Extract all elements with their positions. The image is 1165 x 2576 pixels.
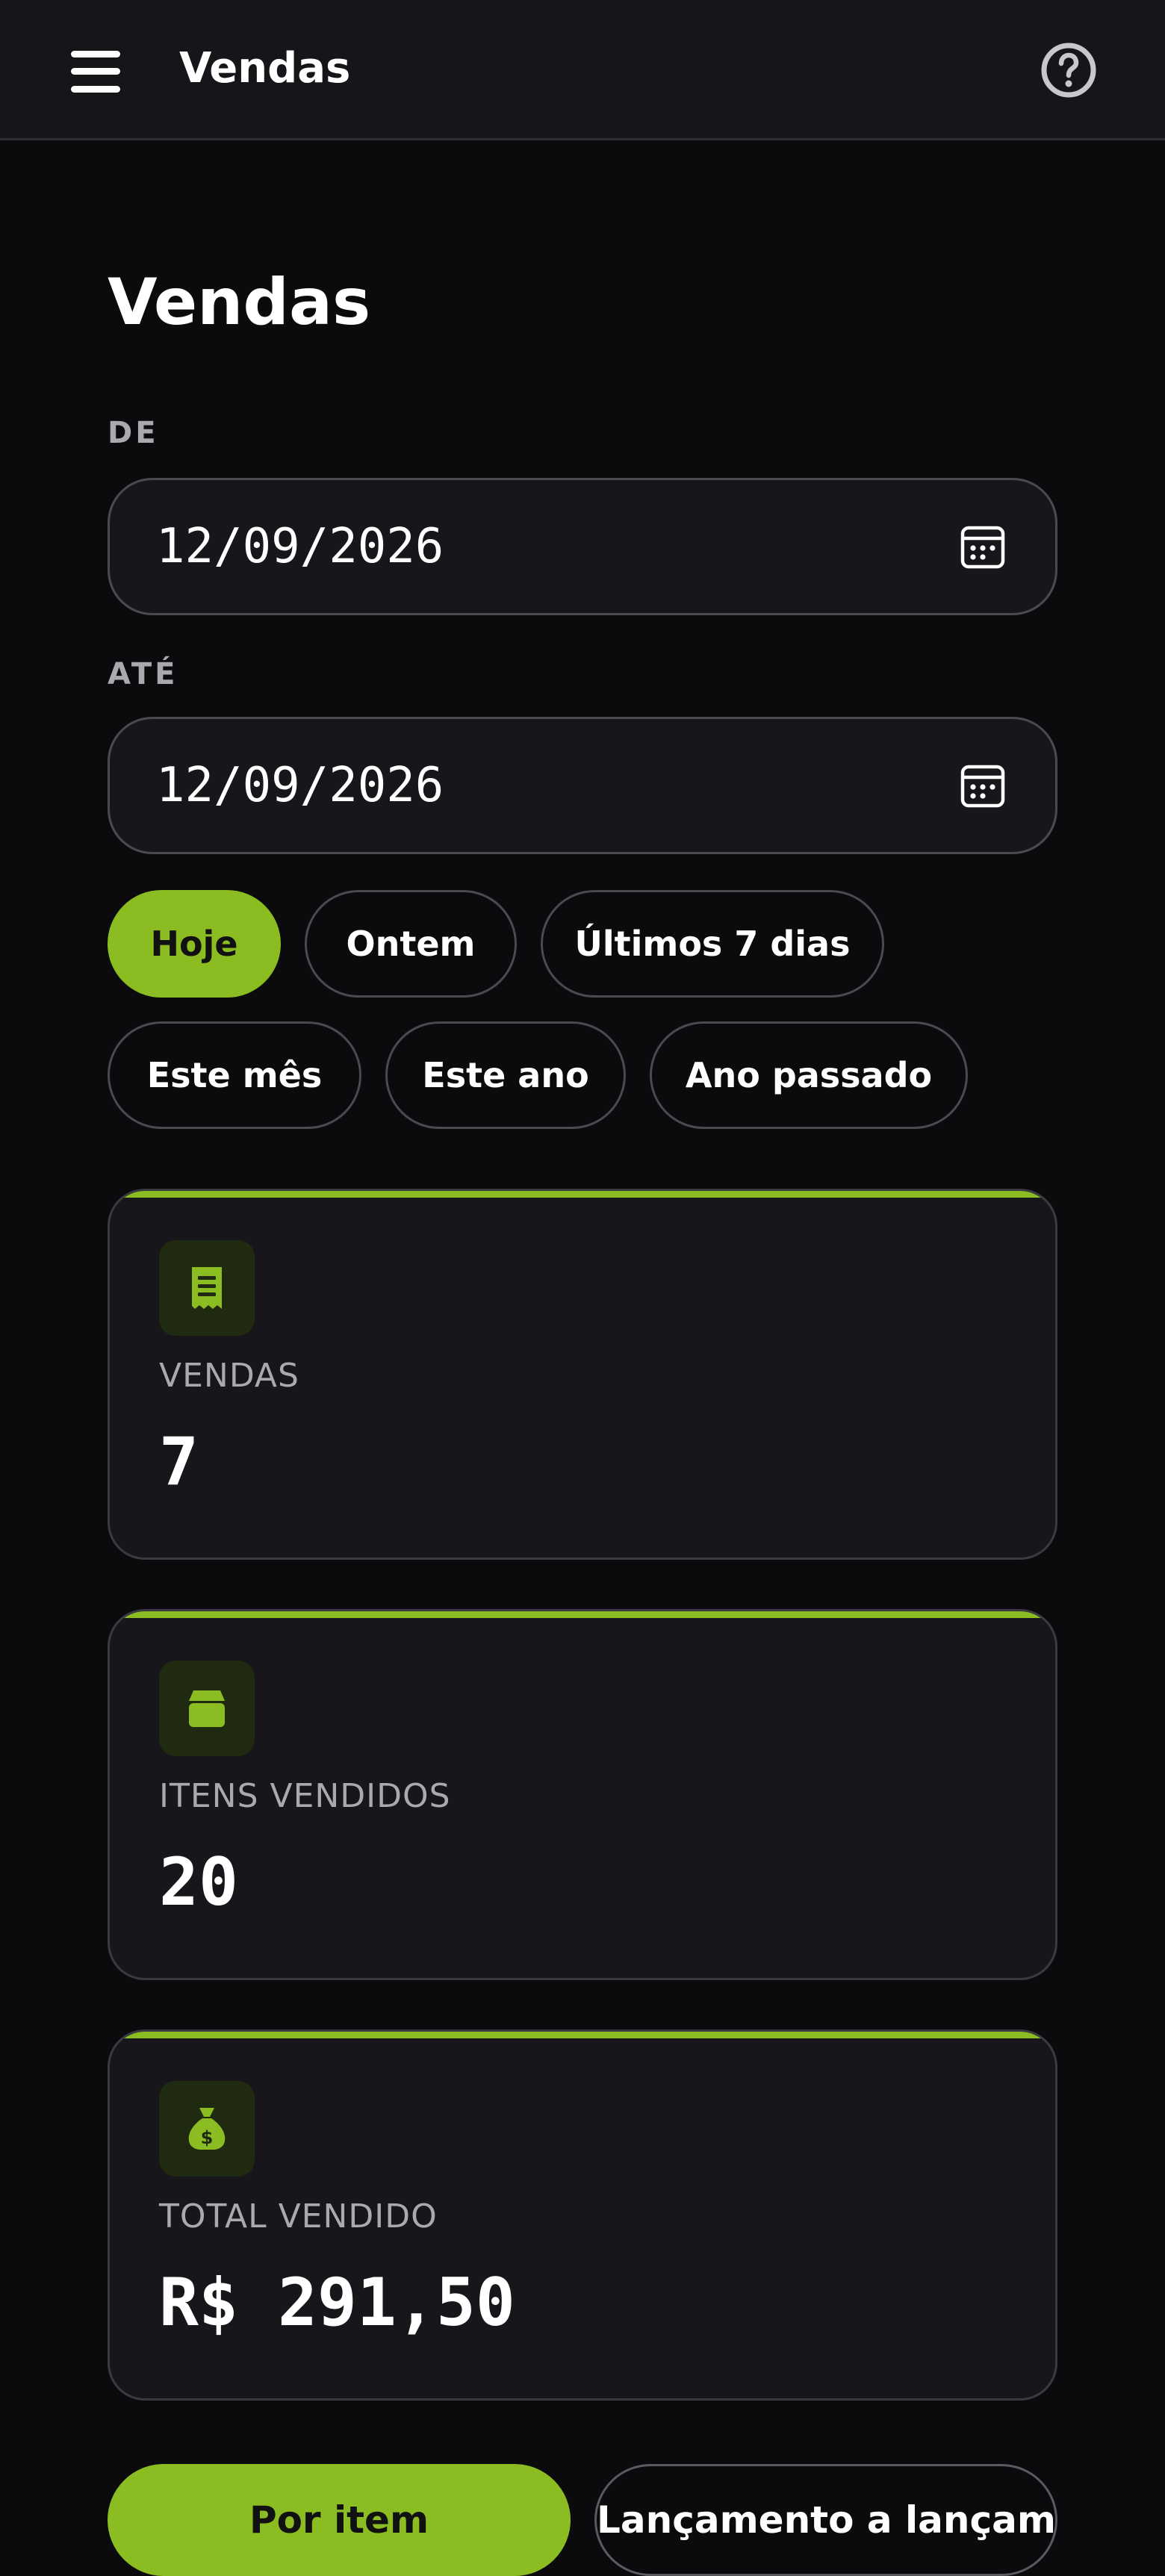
stat-value: R$ 291,50 [159,2264,515,2341]
chip-hoje[interactable]: Hoje [108,890,281,998]
money-bag-icon: $ [159,2081,255,2177]
page-title: Vendas [108,265,371,340]
to-date-label: ATÉ [108,657,178,691]
top-bar-title: Vendas [179,44,351,93]
chip-ultimos-7-dias[interactable]: Últimos 7 dias [541,890,884,998]
calendar-icon[interactable] [960,762,1006,809]
chip-ontem[interactable]: Ontem [305,890,517,998]
from-date-label: DE [108,416,159,450]
chip-ano-passado[interactable]: Ano passado [650,1021,968,1129]
to-date-value: 12/09/2026 [156,758,444,813]
receipt-icon [159,1240,255,1336]
from-date-value: 12/09/2026 [156,519,444,574]
from-date-input[interactable]: 12/09/2026 [108,478,1057,615]
stat-label: TOTAL VENDIDO [159,2197,438,2236]
stat-card-itens-vendidos: ITENS VENDIDOS 20 [108,1609,1057,1980]
chip-este-ano[interactable]: Este ano [385,1021,626,1129]
stat-card-total-vendido: $ TOTAL VENDIDO R$ 291,50 [108,2029,1057,2401]
help-circle-icon[interactable] [1040,42,1097,99]
box-icon [159,1661,255,1756]
to-date-input[interactable]: 12/09/2026 [108,717,1057,854]
hamburger-menu-icon[interactable] [71,51,120,93]
stat-value: 20 [159,1844,238,1920]
calendar-icon[interactable] [960,523,1006,570]
stat-label: VENDAS [159,1357,299,1395]
chip-este-mes[interactable]: Este mês [108,1021,361,1129]
stat-label: ITENS VENDIDOS [159,1777,451,1815]
stat-value: 7 [159,1423,199,1500]
view-lancamento-button[interactable]: Lançamento a lançamento [594,2464,1057,2576]
stat-card-vendas: VENDAS 7 [108,1189,1057,1560]
svg-text:$: $ [201,2127,214,2148]
view-por-item-button[interactable]: Por item [108,2464,571,2576]
top-app-bar: Vendas [0,0,1165,140]
